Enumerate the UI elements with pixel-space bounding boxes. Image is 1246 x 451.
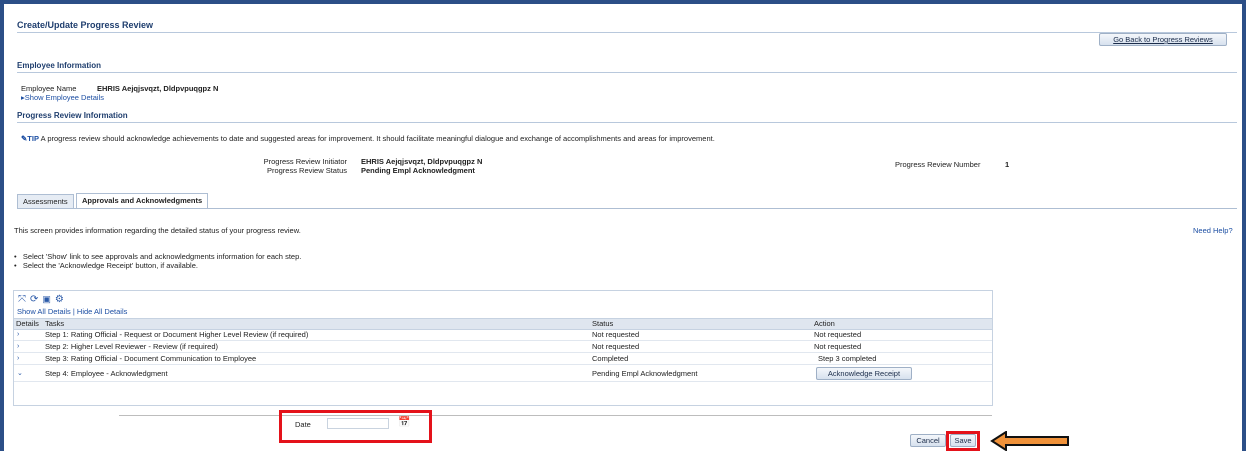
- action-cell: Step 3 completed: [818, 354, 877, 363]
- review-status-label: Progress Review Status: [266, 166, 347, 175]
- page-title: Create/Update Progress Review: [17, 20, 154, 30]
- table-row: › Step 3: Rating Official - Document Com…: [14, 353, 992, 365]
- show-hide-details: Show All Details | Hide All Details: [17, 307, 127, 316]
- employee-name-label: Employee Name: [21, 84, 77, 93]
- task-cell: Step 1: Rating Official - Request or Doc…: [45, 330, 309, 339]
- initiator-label: Progress Review Initiator: [263, 157, 347, 166]
- review-info-heading: Progress Review Information: [17, 111, 128, 120]
- link-separator: |: [72, 307, 75, 316]
- need-help-link[interactable]: Need Help?: [1193, 226, 1233, 235]
- tip-message: ✎TIP A progress review should acknowledg…: [21, 134, 715, 143]
- tabs-divider: [17, 208, 1237, 209]
- tip-text: A progress review should acknowledge ach…: [40, 134, 715, 143]
- date-input[interactable]: [327, 418, 389, 429]
- go-back-button[interactable]: Go Back to Progress Reviews: [1099, 33, 1227, 46]
- hide-all-details-link[interactable]: Hide All Details: [77, 307, 127, 316]
- col-header-tasks[interactable]: Tasks: [45, 319, 64, 329]
- hide-row-toggle-icon[interactable]: ⌄: [17, 366, 23, 381]
- show-employee-details-link[interactable]: ▸Show Employee Details: [21, 93, 104, 102]
- calendar-icon[interactable]: 📅: [398, 417, 410, 428]
- employee-name-value: EHRIS Aejqjsvqzt, Dldpvpuqgpz N: [97, 84, 219, 93]
- save-button[interactable]: Save: [950, 434, 976, 447]
- review-number-value: 1: [1005, 160, 1010, 169]
- intro-text: This screen provides information regardi…: [14, 226, 301, 235]
- tip-label: TIP: [27, 134, 39, 143]
- refresh-icon[interactable]: ⟳: [30, 294, 38, 305]
- status-cell: Pending Empl Acknowledgment: [592, 369, 698, 378]
- action-cell: Not requested: [814, 330, 862, 339]
- col-header-status[interactable]: Status: [592, 319, 613, 329]
- pointer-arrow-shape: [990, 431, 1069, 451]
- action-cell: Not requested: [814, 342, 862, 351]
- form-divider: [119, 415, 992, 416]
- show-all-details-link[interactable]: Show All Details: [17, 307, 71, 316]
- col-header-details[interactable]: Details: [16, 319, 39, 329]
- instruction-bullet-2: • Select the 'Acknowledge Receipt' butto…: [14, 261, 198, 270]
- settings-gear-icon[interactable]: ⚙: [55, 294, 64, 305]
- progress-review-page: Create/Update Progress Review Go Back to…: [11, 12, 1241, 451]
- table-toolbar: ⤧ ⟳ ▣ ⚙: [18, 293, 64, 305]
- show-row-toggle-icon[interactable]: ›: [17, 353, 19, 364]
- task-cell: Step 2: Higher Level Reviewer - Review (…: [45, 342, 218, 351]
- status-cell: Completed: [592, 354, 629, 363]
- detach-icon[interactable]: ⤧: [18, 294, 26, 305]
- title-divider: [17, 32, 1237, 33]
- table-row: ⌄ Step 4: Employee - Acknowledgment Pend…: [14, 366, 992, 382]
- employee-info-heading: Employee Information: [17, 61, 102, 70]
- export-icon[interactable]: ▣: [42, 294, 51, 305]
- date-label: Date: [295, 420, 311, 429]
- status-cell: Not requested: [592, 342, 640, 351]
- task-cell: Step 3: Rating Official - Document Commu…: [45, 354, 257, 363]
- col-header-action[interactable]: Action: [814, 319, 835, 329]
- review-status-value: Pending Empl Acknowledgment: [361, 166, 475, 175]
- employee-info-divider: [17, 72, 1237, 73]
- review-number-label: Progress Review Number: [895, 160, 981, 169]
- show-row-toggle-icon[interactable]: ›: [17, 329, 19, 340]
- table-row: › Step 1: Rating Official - Request or D…: [14, 329, 992, 341]
- table-row: › Step 2: Higher Level Reviewer - Review…: [14, 341, 992, 353]
- tasks-table: ⤧ ⟳ ▣ ⚙ Show All Details | Hide All Deta…: [13, 290, 993, 406]
- review-info-divider: [17, 122, 1237, 123]
- show-row-toggle-icon[interactable]: ›: [17, 341, 19, 352]
- tab-assessments[interactable]: Assessments: [17, 194, 74, 208]
- task-cell: Step 4: Employee - Acknowledgment: [45, 369, 168, 378]
- cancel-button[interactable]: Cancel: [910, 434, 946, 447]
- initiator-value: EHRIS Aejqjsvqzt, Dldpvpuqgpz N: [361, 157, 483, 166]
- acknowledge-receipt-button[interactable]: Acknowledge Receipt: [816, 367, 912, 380]
- pointer-arrow-icon: [990, 431, 1069, 451]
- status-cell: Not requested: [592, 330, 640, 339]
- instruction-bullet-1: • Select 'Show' link to see approvals an…: [14, 252, 302, 261]
- tab-approvals-and-acknowledgments[interactable]: Approvals and Acknowledgments: [76, 193, 209, 208]
